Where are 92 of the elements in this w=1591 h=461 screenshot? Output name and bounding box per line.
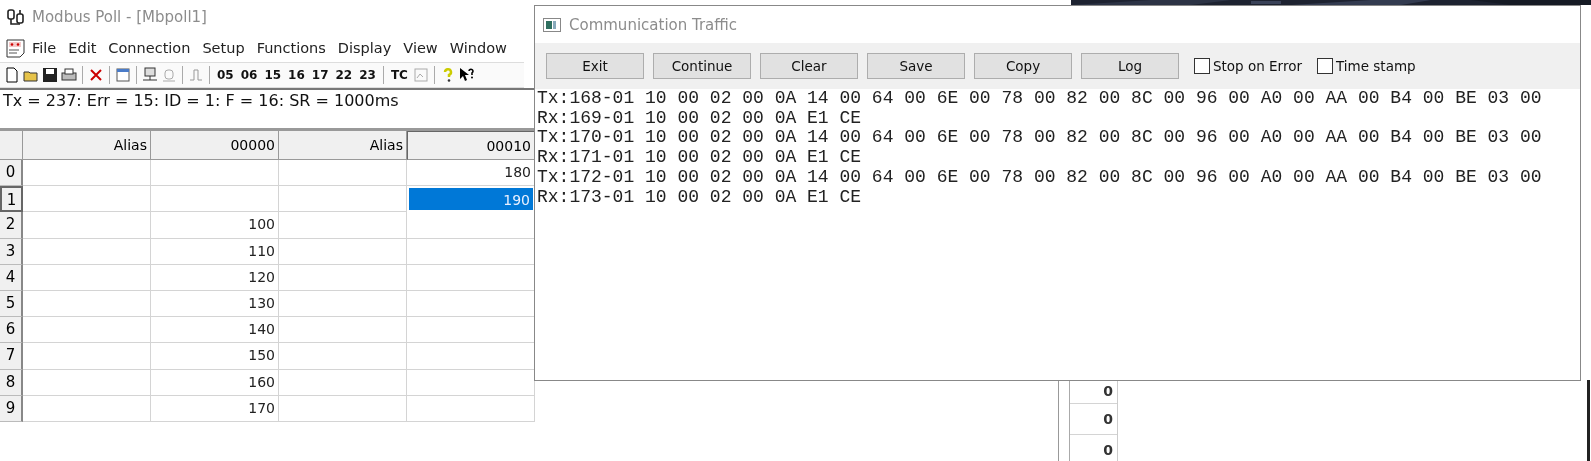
window-title: Modbus Poll - [Mbpoll1] [32,8,207,26]
checkbox-label[interactable]: Stop on Error [1213,58,1302,74]
table-cell[interactable] [279,317,407,344]
function-button[interactable]: 23 [357,68,378,82]
toolbar-button[interactable]: Continue [653,53,751,79]
table-cell: 0 [1070,404,1117,435]
checkbox[interactable] [1317,58,1333,74]
table-cell[interactable] [279,238,407,265]
traffic-line: Tx:168-01 10 00 02 00 0A 14 00 64 00 6E 00 78 00 82 00 8C 00 96 00 A0 00 AA 00 B4 00 BE 03 00 [537,89,1543,109]
table-cell[interactable] [23,369,151,396]
table-cell[interactable] [279,264,407,291]
table-cell[interactable] [151,160,279,187]
table-cell: 0 [1070,435,1117,461]
tc-button[interactable]: TC [388,68,410,82]
table-cell[interactable]: 130 [151,290,279,318]
function-button[interactable]: 17 [309,68,331,82]
window-title: Communication Traffic [569,15,738,34]
function-button[interactable]: 05 [215,68,236,82]
window-icon[interactable] [115,67,131,83]
traffic-line: Rx:169-01 10 00 02 00 0A E1 CE [537,108,863,129]
toolbar-button[interactable]: Clear [760,53,858,79]
table-cell[interactable]: 160 [151,369,279,396]
menu-item[interactable]: View [397,40,444,56]
printer-icon[interactable] [61,67,77,83]
table-cell[interactable] [23,343,151,370]
table-cell[interactable] [23,395,151,422]
menu-item[interactable]: Functions [250,40,332,56]
table-cell[interactable]: 110 [151,238,279,265]
menu-item[interactable]: Edit [62,40,103,56]
table-cell[interactable] [23,212,151,239]
checkbox[interactable] [1194,58,1210,74]
table-cell[interactable] [23,317,151,344]
toolbar-button[interactable]: Log [1081,53,1179,79]
row-header[interactable]: 9 [0,395,23,422]
traffic-line: Rx:173-01 10 00 02 00 0A E1 CE [537,187,863,208]
menu-item[interactable]: Setup [196,40,251,56]
pulse-icon[interactable] [188,67,204,83]
context-help-icon[interactable] [458,67,475,83]
table-cell[interactable] [23,186,151,213]
row-header[interactable]: 1 [0,186,23,213]
menu-item[interactable]: Window [443,40,513,56]
corner-cell[interactable] [0,131,23,160]
row-header[interactable]: 4 [0,264,23,291]
row-header[interactable]: 8 [0,369,23,396]
toolbar-button[interactable]: Exit [546,53,644,79]
checkbox-label[interactable]: Time stamp [1336,58,1416,74]
table-cell[interactable] [279,290,407,318]
table-cell[interactable] [23,264,151,291]
computer-icon[interactable] [142,67,158,83]
menu-item[interactable]: Connection [102,40,197,56]
table-cell[interactable]: 140 [151,317,279,344]
document-icon[interactable] [6,38,26,58]
menu-item[interactable]: Display [331,40,398,56]
table-cell[interactable] [279,343,407,370]
table-cell[interactable]: 170 [151,395,279,422]
row-header[interactable]: 3 [0,238,23,265]
traffic-line: Tx:170-01 10 00 02 00 0A 14 00 64 00 6E 00 78 00 82 00 8C 00 96 00 A0 00 AA 00 B4 00 BE 03 00 [537,128,1543,149]
function-button[interactable]: 06 [238,68,260,82]
traffic-line: Tx:172-01 10 00 02 00 0A 14 00 64 00 6E 00 78 00 82 00 8C 00 96 00 A0 00 AA 00 B4 00 BE 03 00 [537,167,1543,188]
row-header[interactable]: 7 [0,343,23,370]
function-button[interactable]: 15 [262,68,284,82]
table-cell[interactable]: 120 [151,264,279,291]
traffic-line: Rx:171-01 10 00 02 00 0A E1 CE [537,148,863,168]
table-cell[interactable] [279,212,407,239]
window-icon [543,17,561,32]
table-cell[interactable] [151,186,279,213]
table-cell[interactable]: 150 [151,343,279,370]
app-icon [6,7,26,27]
row-header[interactable]: 5 [0,290,23,318]
column-header[interactable]: Alias [279,131,407,160]
row-header[interactable]: 2 [0,212,23,239]
row-header[interactable]: 6 [0,317,23,344]
table-cell[interactable] [23,160,151,187]
table-cell[interactable]: 100 [151,212,279,239]
column-header[interactable]: 00000 [151,131,279,160]
table-cell[interactable] [279,369,407,396]
table-cell[interactable] [279,395,407,422]
function-button[interactable]: 16 [286,68,307,82]
table-cell[interactable] [407,395,535,422]
table-cell[interactable] [23,238,151,265]
table-cell[interactable] [23,290,151,318]
toolbar-button[interactable]: Copy [974,53,1072,79]
new-file-icon[interactable] [4,67,20,83]
menu-item[interactable]: File [26,40,63,56]
column-header[interactable]: 00010 [407,131,535,160]
table-cell[interactable]: 190 [407,186,535,213]
table-cell[interactable] [279,160,407,187]
column-header[interactable]: Alias [23,131,151,160]
function-button[interactable]: 22 [333,68,355,82]
toolbar-button[interactable]: Save [867,53,965,79]
delete-icon[interactable] [88,67,104,83]
row-header[interactable]: 0 [0,160,23,187]
